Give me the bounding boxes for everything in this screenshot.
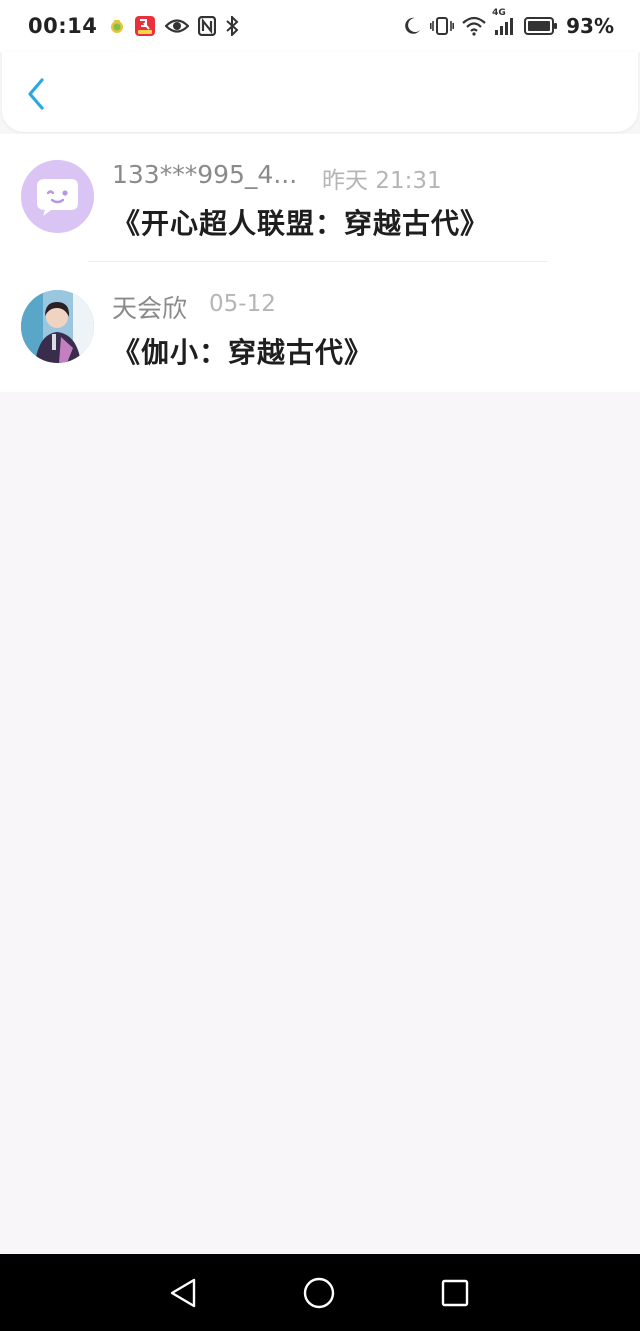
chat-bubble-avatar xyxy=(21,160,94,233)
divider xyxy=(88,261,548,262)
wifi-icon xyxy=(462,16,486,36)
list-item[interactable]: 天会欣 05-12 《伽小：穿越古代》 xyxy=(0,264,640,392)
item-time: 05-12 xyxy=(209,291,276,317)
back-triangle-icon xyxy=(170,1278,196,1308)
moon-icon xyxy=(402,16,422,36)
status-bar: 00:14 4G 93% xyxy=(0,0,640,52)
item-name: 天会欣 xyxy=(112,294,188,323)
nfc-icon xyxy=(198,16,217,36)
vibrate-icon xyxy=(430,16,455,36)
nav-home-button[interactable] xyxy=(302,1276,336,1310)
page-header xyxy=(2,52,638,132)
back-button[interactable] xyxy=(18,74,54,114)
chevron-left-icon xyxy=(28,78,44,110)
status-left-icons xyxy=(109,15,239,37)
screen: 00:14 4G 93% 133***995_4... 昨天 21:31 《开心… xyxy=(0,0,640,1331)
user-photo-avatar xyxy=(21,290,94,363)
app-red-badge-icon xyxy=(134,15,156,37)
home-circle-icon xyxy=(303,1277,335,1309)
app-notification-icon xyxy=(109,18,125,34)
list-item[interactable]: 133***995_4... 昨天 21:31 《开心超人联盟：穿越古代》 xyxy=(0,134,640,262)
signal-icon: 4G xyxy=(492,8,516,36)
battery-percent: 93% xyxy=(566,14,614,38)
eye-icon xyxy=(165,17,190,35)
bluetooth-icon xyxy=(225,16,239,36)
recents-square-icon xyxy=(441,1279,469,1307)
system-nav-bar xyxy=(0,1254,640,1331)
battery-icon xyxy=(524,16,558,36)
message-list: 133***995_4... 昨天 21:31 《开心超人联盟：穿越古代》 天会… xyxy=(0,134,640,392)
nav-recents-button[interactable] xyxy=(438,1276,472,1310)
item-title[interactable]: 《开心超人联盟：穿越古代》 xyxy=(112,202,489,242)
item-time: 昨天 21:31 xyxy=(322,168,442,194)
status-right-icons: 4G 93% xyxy=(402,8,614,38)
status-time: 00:14 xyxy=(28,14,98,38)
nav-back-button[interactable] xyxy=(166,1276,200,1310)
network-type-label: 4G xyxy=(492,8,506,18)
item-name: 133***995_4... xyxy=(112,160,298,189)
item-title[interactable]: 《伽小：穿越古代》 xyxy=(112,331,373,371)
